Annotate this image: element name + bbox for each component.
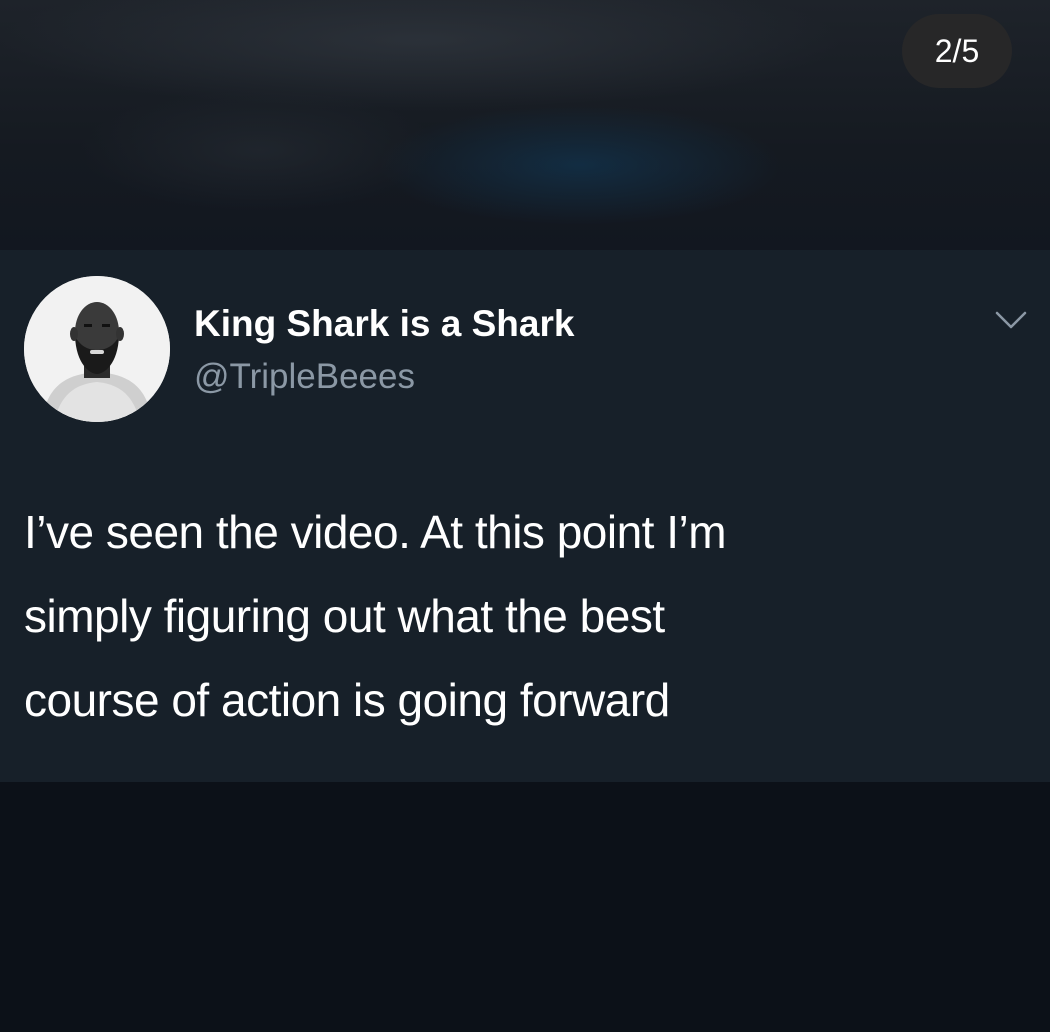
- tweet-text-line: course of action is going forward: [24, 674, 670, 726]
- avatar[interactable]: [24, 276, 170, 422]
- tweet-text: I’ve seen the video. At this point I’m s…: [24, 490, 1024, 742]
- blurred-background: [0, 0, 1050, 250]
- story-screen: 2/5 King Shark is a Shark @TripleBeees I…: [0, 0, 1050, 1032]
- display-name[interactable]: King Shark is a Shark: [194, 302, 574, 346]
- tweet-text-line: I’ve seen the video. At this point I’m: [24, 506, 727, 558]
- avatar-photo-icon: [24, 276, 170, 422]
- tweet-text-line: simply figuring out what the best: [24, 590, 665, 642]
- user-handle[interactable]: @TripleBeees: [194, 356, 415, 398]
- story-bottom-area: [0, 782, 1050, 1032]
- story-counter-badge: 2/5: [902, 14, 1012, 88]
- chevron-down-icon[interactable]: [994, 308, 1028, 332]
- tweet-card: King Shark is a Shark @TripleBeees I’ve …: [0, 250, 1050, 782]
